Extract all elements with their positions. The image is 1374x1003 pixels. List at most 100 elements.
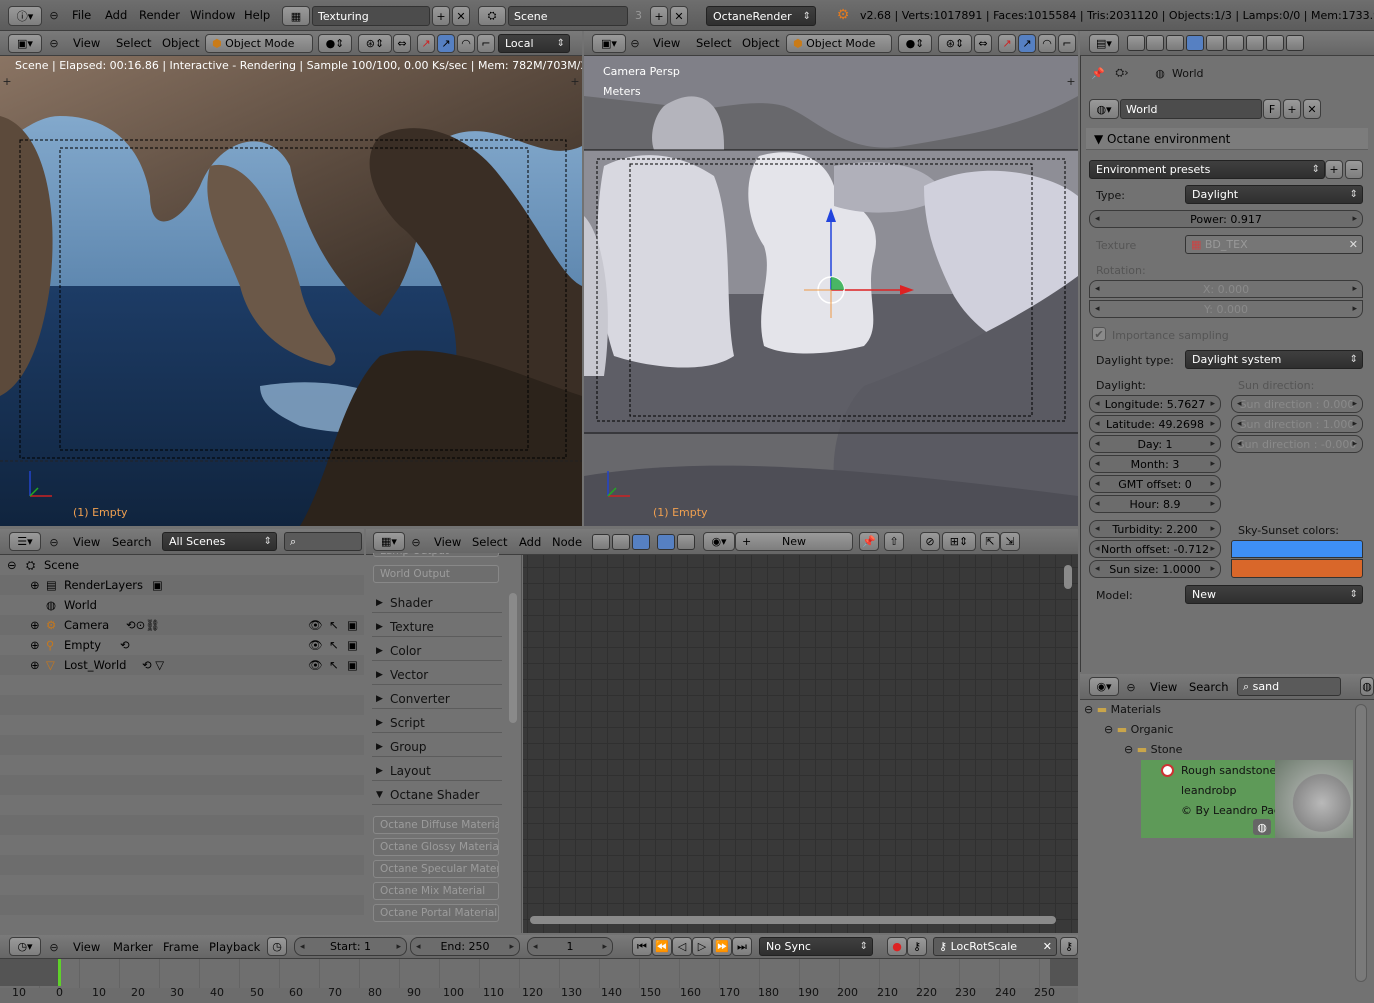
outliner-row-world[interactable]: ◍ World (0, 595, 363, 615)
collapse-menu-icon[interactable]: ⊖ (48, 940, 60, 954)
world-add-button[interactable]: + (1283, 99, 1301, 119)
select-cursor-icon[interactable]: ↖ (329, 618, 339, 632)
north-offset-field[interactable]: North offset: -0.712 (1089, 540, 1221, 558)
jump-start-button[interactable]: ⏮ (632, 937, 652, 956)
turbidity-field[interactable]: Turbidity: 2.200 (1089, 520, 1221, 538)
solid-viewport[interactable]: Camera Persp Meters (1) Empty + (584, 56, 1078, 526)
expand-icon[interactable]: ⊖ (7, 558, 17, 572)
expand-icon[interactable]: ⊕ (30, 658, 40, 672)
keying-set-button[interactable]: ⚷ (907, 937, 927, 956)
scene-add-button[interactable]: + (650, 6, 668, 26)
play-reverse-button[interactable]: ◁ (672, 937, 692, 956)
mode-dropdown[interactable]: ⬢ Object Mode (786, 34, 892, 53)
object-shader-icon[interactable] (657, 534, 675, 550)
menu-view[interactable]: View (73, 935, 100, 958)
importance-checkbox[interactable]: ✔ (1092, 327, 1106, 341)
corner-plus-icon[interactable]: + (570, 75, 580, 88)
orientation-toggle[interactable]: ⌐ (1058, 34, 1076, 53)
type-dropdown[interactable]: Daylight (1185, 185, 1363, 204)
outliner-row-camera[interactable]: ⊕ ⚙ Camera ⟲⊙⛓ 👁 ↖ ▣ (0, 615, 363, 635)
expand-icon[interactable]: ⊕ (30, 618, 40, 632)
hour-field[interactable]: Hour: 8.9 (1089, 495, 1221, 513)
category-converter[interactable]: ▶ Converter (372, 689, 502, 709)
jump-key-forward-button[interactable]: ⏩ (712, 937, 732, 956)
menu-node[interactable]: Node (552, 529, 582, 554)
keying-set-field[interactable]: ⚷ LocRotScale ✕ (933, 937, 1057, 956)
preset-add-button[interactable]: + (1325, 160, 1343, 179)
menu-view[interactable]: View (1150, 674, 1177, 699)
select-cursor-icon[interactable]: ↖ (329, 638, 339, 652)
node-canvas-hscrollbar[interactable] (530, 916, 1056, 924)
jump-key-back-button[interactable]: ⏪ (652, 937, 672, 956)
material-browse-button[interactable]: ◉▾ (703, 532, 735, 551)
sun-direction-y-field[interactable]: Sun direction : 1.000 (1231, 415, 1363, 433)
menu-window[interactable]: Window (190, 0, 235, 30)
world-browse-button[interactable]: ◍▾ (1089, 99, 1119, 119)
display-mode-dropdown[interactable]: All Scenes (162, 532, 277, 551)
sunset-color-swatch[interactable] (1231, 559, 1363, 578)
node-canvas-vscrollbar[interactable] (1064, 565, 1072, 589)
node-canvas[interactable] (523, 555, 1078, 933)
render-tab-icon[interactable] (1127, 35, 1145, 51)
menu-playback[interactable]: Playback (209, 935, 260, 958)
menu-select[interactable]: Select (116, 31, 151, 55)
outliner-row-scene[interactable]: ⊖ ⛭ Scene (0, 555, 363, 575)
menu-marker[interactable]: Marker (113, 935, 153, 958)
sun-direction-z-field[interactable]: Sun direction : -0.000 (1231, 435, 1363, 453)
info-editor-type-button[interactable]: ⓘ▾ (8, 6, 42, 26)
menu-view[interactable]: View (73, 529, 100, 554)
texture-tab-icon[interactable] (1266, 35, 1284, 51)
pin-icon[interactable]: 📌 (1090, 65, 1106, 81)
constraints-tab-icon[interactable] (1226, 35, 1244, 51)
octane-glossy-button[interactable]: Octane Glossy Material (373, 838, 499, 856)
render-layers-tab-icon[interactable] (1146, 35, 1164, 51)
paste-nodes-button[interactable]: ⇲ (1000, 532, 1020, 551)
fake-user-button[interactable]: F (1263, 99, 1281, 119)
pin-button[interactable]: 📌 (859, 532, 879, 551)
end-frame-field[interactable]: End: 250 (410, 937, 520, 956)
tree-stone[interactable]: ⊖ ▬ Stone (1124, 743, 1182, 756)
modifiers-tab-icon[interactable] (1246, 35, 1264, 51)
rotate-toggle[interactable]: ↗ (1018, 34, 1036, 53)
manipulator-toggle[interactable]: ⇔ (974, 34, 992, 53)
tree-organic[interactable]: ⊖ ▬ Organic (1104, 723, 1173, 736)
layout-selector-button[interactable]: ▦ (282, 6, 310, 26)
preset-remove-button[interactable]: − (1345, 160, 1363, 179)
month-field[interactable]: Month: 3 (1089, 455, 1221, 473)
auto-keying-button[interactable]: ● (887, 937, 907, 956)
category-octane-shader[interactable]: ▼ Octane Shader (372, 785, 502, 805)
rotation-y-field[interactable]: Y: 0.000 (1089, 300, 1363, 318)
preview-range-toggle[interactable]: ◷ (267, 937, 287, 956)
editor-type-button[interactable]: ◷▾ (9, 937, 41, 956)
sync-dropdown[interactable]: No Sync (759, 937, 873, 956)
menu-object[interactable]: Object (162, 31, 199, 55)
menu-render[interactable]: Render (139, 0, 180, 30)
day-field[interactable]: Day: 1 (1089, 435, 1221, 453)
menu-view[interactable]: View (653, 31, 680, 55)
rotation-x-field[interactable]: X: 0.000 (1089, 280, 1363, 298)
current-frame-marker[interactable] (58, 959, 61, 986)
octane-specular-button[interactable]: Octane Specular Material (373, 860, 499, 878)
pivot-dropdown[interactable]: ⊛⇕ (938, 34, 972, 53)
scene-remove-button[interactable]: ✕ (670, 6, 688, 26)
menu-frame[interactable]: Frame (163, 935, 199, 958)
start-frame-field[interactable]: Start: 1 (294, 937, 407, 956)
outliner-row-lost-world[interactable]: ⊕ ▽ Lost_World ⟲ ▽ 👁 ↖ ▣ (0, 655, 363, 675)
menu-object[interactable]: Object (742, 31, 779, 55)
menu-view[interactable]: View (73, 31, 100, 55)
category-layout[interactable]: ▶ Layout (372, 761, 502, 781)
longitude-field[interactable]: Longitude: 5.7627 (1089, 395, 1221, 413)
rendered-viewport[interactable]: Scene | Elapsed: 00:16.86 | Interactive … (0, 56, 582, 526)
snap-dropdown[interactable]: ⊞⇕ (942, 532, 976, 551)
category-shader[interactable]: ▶ Shader (372, 593, 502, 613)
manipulator-toggle[interactable]: ⇔ (393, 34, 411, 53)
orientation-dropdown[interactable]: Local (498, 34, 570, 53)
visibility-eye-icon[interactable]: 👁 (308, 638, 323, 652)
scene-tab-icon[interactable] (1166, 35, 1184, 51)
world-name-field[interactable]: World (1120, 99, 1262, 119)
scene-name-field[interactable]: Scene (508, 6, 628, 26)
texture-nodes-icon[interactable] (612, 534, 630, 550)
insert-keyframe-button[interactable]: ⚷ (1060, 937, 1078, 956)
category-vector[interactable]: ▶ Vector (372, 665, 502, 685)
render-camera-icon[interactable]: ▣ (347, 618, 358, 632)
